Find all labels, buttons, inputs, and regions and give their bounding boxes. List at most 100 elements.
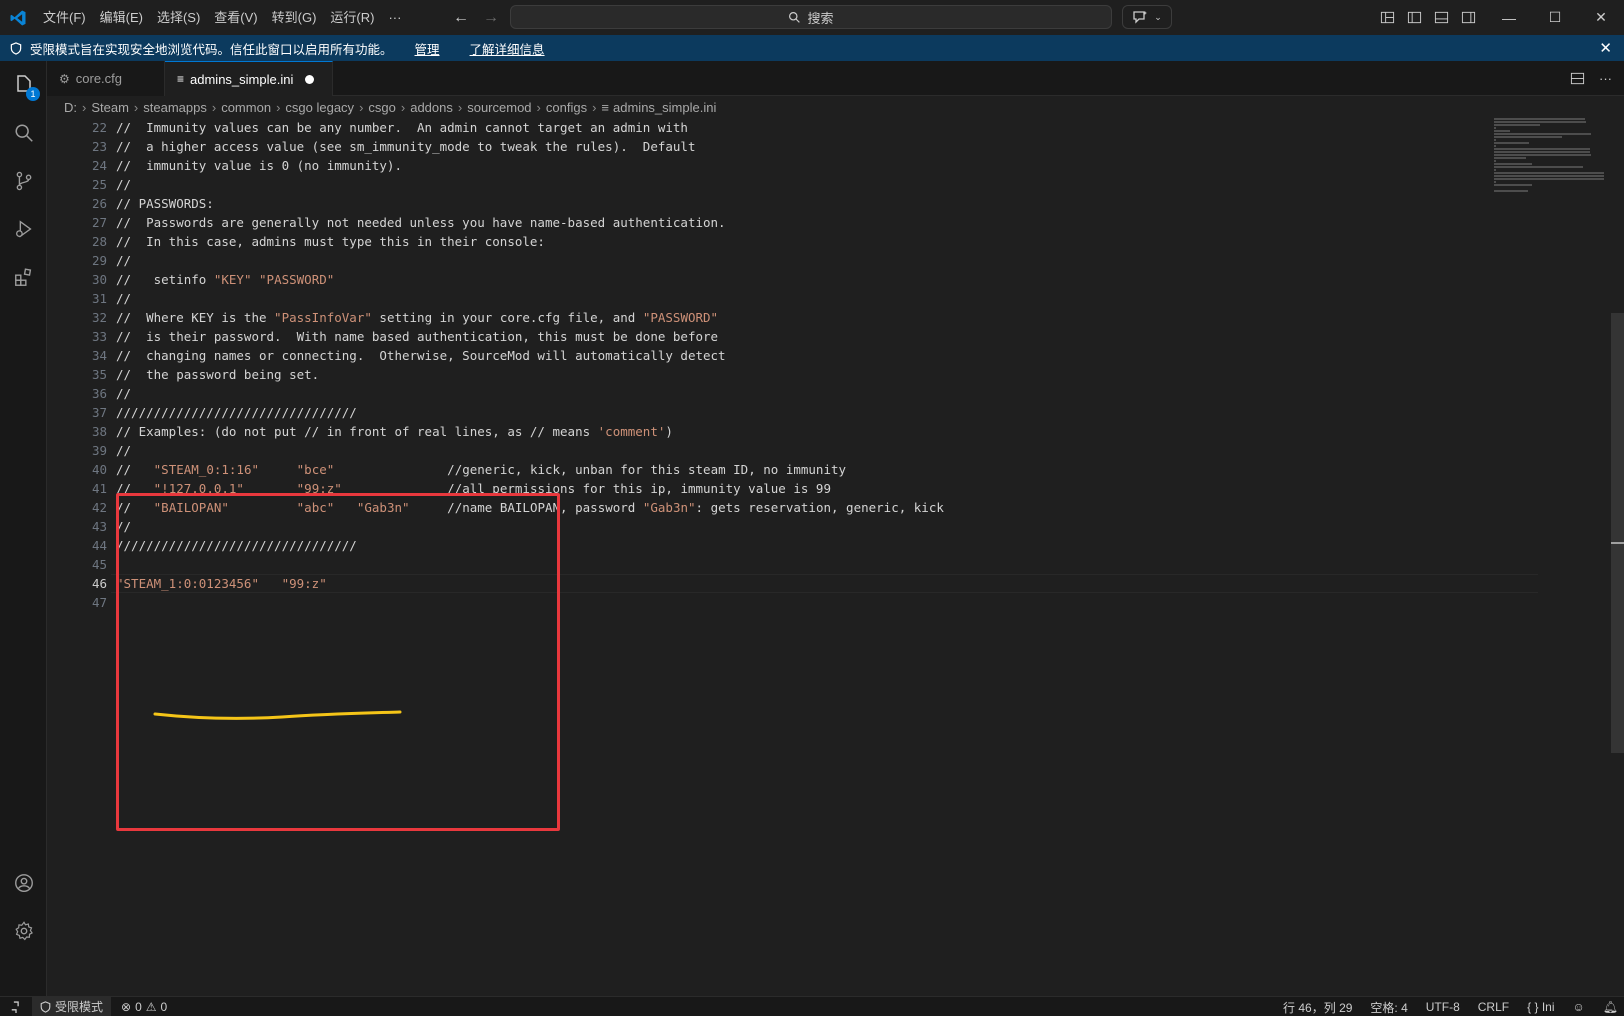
code-line[interactable]: //////////////////////////////// xyxy=(116,403,944,422)
unsaved-dot-icon[interactable] xyxy=(305,74,315,84)
problems-status[interactable]: ⊗ 0 ⚠ 0 xyxy=(121,1000,167,1014)
code-line[interactable]: // xyxy=(116,251,944,270)
vertical-scrollbar[interactable] xyxy=(1611,313,1624,753)
chevron-down-icon[interactable]: ⌄ xyxy=(1154,12,1162,23)
code-line[interactable] xyxy=(116,555,944,574)
learn-more-link[interactable]: 了解详细信息 xyxy=(470,39,545,58)
text-token: // Passwords are generally not needed un… xyxy=(116,215,726,230)
text-token: // xyxy=(116,177,132,192)
chat-button[interactable]: ⌄ xyxy=(1122,5,1172,29)
close-banner-icon[interactable]: ✕ xyxy=(1599,39,1612,57)
tab-admins-simple-ini[interactable]: ≡ admins_simple.ini xyxy=(165,61,333,96)
notifications-bell-icon[interactable]: 🔔︎ xyxy=(1603,1000,1618,1014)
minimap-line xyxy=(1494,133,1592,135)
end-of-line[interactable]: CRLF xyxy=(1478,1000,1509,1014)
text-token: // xyxy=(116,519,132,534)
code-line[interactable]: // PASSWORDS: xyxy=(116,194,944,213)
accounts-icon[interactable] xyxy=(0,859,47,907)
indentation[interactable]: 空格: 4 xyxy=(1370,999,1407,1016)
code-line[interactable]: // Examples: (do not put // in front of … xyxy=(116,422,944,441)
more-actions-icon[interactable]: ··· xyxy=(1599,71,1612,86)
manage-link[interactable]: 管理 xyxy=(415,39,440,58)
crumb-steam[interactable]: Steam xyxy=(91,100,129,115)
menu-selection[interactable]: 选择(S) xyxy=(150,0,207,35)
text-token: //all permissions for this ip, immunity … xyxy=(341,481,831,496)
back-arrow-icon[interactable]: ← xyxy=(452,9,470,27)
code-line[interactable] xyxy=(116,593,944,612)
code-line[interactable]: // Immunity values can be any number. An… xyxy=(116,118,944,137)
minimap-line xyxy=(1494,160,1497,162)
search-view-icon[interactable] xyxy=(0,109,47,157)
code-line[interactable]: // setinfo "KEY" "PASSWORD" xyxy=(116,270,944,289)
menu-run[interactable]: 运行(R) xyxy=(323,0,381,35)
code-line[interactable]: // "BAILOPAN" "abc" "Gab3n" //name BAILO… xyxy=(116,498,944,517)
extensions-icon[interactable] xyxy=(0,253,47,301)
split-editor-icon[interactable] xyxy=(1570,71,1585,86)
text-token: // xyxy=(116,253,132,268)
code-line[interactable]: // is their password. With name based au… xyxy=(116,327,944,346)
code-line[interactable]: // xyxy=(116,289,944,308)
text-token: // is their password. With name based au… xyxy=(116,329,719,344)
explorer-icon[interactable]: 1 xyxy=(0,61,47,109)
code-line[interactable]: // In this case, admins must type this i… xyxy=(116,232,944,251)
toggle-primary-sidebar-icon[interactable] xyxy=(1407,10,1422,25)
crumb-file[interactable]: admins_simple.ini xyxy=(613,100,716,115)
toggle-secondary-sidebar-icon[interactable] xyxy=(1461,10,1476,25)
text-token: // Immunity values can be any number. An… xyxy=(116,120,688,135)
code-line[interactable]: // a higher access value (see sm_immunit… xyxy=(116,137,944,156)
code-line[interactable]: // xyxy=(116,384,944,403)
minimize-icon[interactable]: — xyxy=(1486,0,1532,35)
remote-indicator-icon[interactable] xyxy=(0,997,32,1016)
code-line[interactable]: // changing names or connecting. Otherwi… xyxy=(116,346,944,365)
forward-arrow-icon[interactable]: → xyxy=(482,9,500,27)
text-token: // PASSWORDS: xyxy=(116,196,214,211)
menu-more[interactable]: ··· xyxy=(381,0,408,35)
run-debug-icon[interactable] xyxy=(0,205,47,253)
crumb-drive[interactable]: D: xyxy=(64,100,77,115)
close-window-icon[interactable]: ✕ xyxy=(1578,0,1624,35)
customize-layout-icon[interactable] xyxy=(1380,10,1395,25)
string-token: "PASSWORD" xyxy=(642,310,719,325)
cursor-position[interactable]: 行 46，列 29 xyxy=(1283,999,1352,1016)
code-line[interactable]: // xyxy=(116,517,944,536)
minimap[interactable] xyxy=(1494,118,1604,208)
source-control-icon[interactable] xyxy=(0,157,47,205)
crumb-addons[interactable]: addons xyxy=(410,100,453,115)
code-content[interactable]: // Immunity values can be any number. An… xyxy=(116,118,944,612)
code-line[interactable]: // xyxy=(116,175,944,194)
crumb-steamapps[interactable]: steamapps xyxy=(143,100,207,115)
crumb-csgo[interactable]: csgo xyxy=(368,100,395,115)
code-line[interactable]: // "STEAM_0:1:16" "bce" //generic, kick,… xyxy=(116,460,944,479)
crumb-sourcemod[interactable]: sourcemod xyxy=(467,100,531,115)
crumb-configs[interactable]: configs xyxy=(546,100,587,115)
code-line[interactable]: // the password being set. xyxy=(116,365,944,384)
menu-file[interactable]: 文件(F) xyxy=(36,0,93,35)
code-line[interactable]: //////////////////////////////// xyxy=(116,536,944,555)
tab-core-cfg[interactable]: ⚙ core.cfg xyxy=(47,61,165,96)
restricted-mode-status[interactable]: 受限模式 xyxy=(32,996,112,1016)
language-label: Ini xyxy=(1541,1000,1555,1014)
code-line[interactable]: // Where KEY is the "PassInfoVar" settin… xyxy=(116,308,944,327)
menu-go[interactable]: 转到(G) xyxy=(265,0,324,35)
menu-view[interactable]: 查看(V) xyxy=(207,0,264,35)
encoding[interactable]: UTF-8 xyxy=(1426,1000,1460,1014)
crumb-csgo-legacy[interactable]: csgo legacy xyxy=(285,100,354,115)
menu-edit[interactable]: 编辑(E) xyxy=(93,0,150,35)
code-line[interactable]: "STEAM_1:0:0123456" "99:z" xyxy=(116,574,944,593)
code-line[interactable]: // xyxy=(116,441,944,460)
command-center-search[interactable]: 搜索 xyxy=(510,5,1112,29)
shield-icon xyxy=(40,1000,51,1013)
toggle-panel-icon[interactable] xyxy=(1434,10,1449,25)
manage-gear-icon[interactable] xyxy=(0,907,47,955)
code-line[interactable]: // immunity value is 0 (no immunity). xyxy=(116,156,944,175)
code-editor[interactable]: 22 23 24 25 26 27 28 29 30 31 32 33 34 35 36 37 38 39 40 41… xyxy=(47,118,1624,996)
crumb-common[interactable]: common xyxy=(221,100,271,115)
copilot-status-icon[interactable]: ☺ xyxy=(1573,1000,1585,1014)
maximize-icon[interactable]: ☐ xyxy=(1532,0,1578,35)
code-line[interactable]: // Passwords are generally not needed un… xyxy=(116,213,944,232)
code-line[interactable]: // "!127.0.0.1" "99:z" //all permissions… xyxy=(116,479,944,498)
language-mode[interactable]: { } Ini xyxy=(1527,1000,1554,1014)
chevron-right-icon: › xyxy=(82,99,87,115)
